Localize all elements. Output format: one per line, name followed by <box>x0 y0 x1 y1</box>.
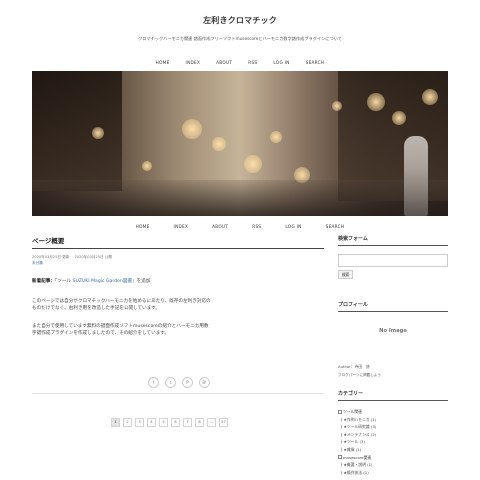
folder-icon <box>338 455 342 460</box>
article-title[interactable]: ページ概要 <box>32 235 324 249</box>
top-nav: HOME INDEX ABOUT RSS LOG IN SEARCH <box>0 60 480 65</box>
category-label: ├ ★概要・説明 (1) <box>340 462 373 468</box>
category-label: ├ ★作例ハモニカ (1) <box>340 416 377 422</box>
nav-home[interactable]: HOME <box>136 224 150 229</box>
category-item[interactable]: ├ ★操作技法 (1) <box>338 469 448 477</box>
category-label: ├ ★ツール (3) <box>340 439 365 445</box>
bokeh-light <box>142 161 152 171</box>
page-link[interactable]: 3 <box>135 418 144 427</box>
hatena-bookmark-icon[interactable]: B! <box>199 377 210 388</box>
category-label: ├ ★操作技法 (1) <box>340 469 369 475</box>
article-category[interactable]: 未分類 <box>32 261 324 266</box>
page-ellipsis: ... <box>207 418 216 427</box>
bokeh-light <box>332 101 342 111</box>
nav-search[interactable]: SEARCH <box>306 60 325 65</box>
page-link-last[interactable]: 27 <box>219 418 228 427</box>
musescore-paragraph: また自分で使用しています無料の譜面作成ソフトmusescoreの紹介とハーモニカ… <box>32 323 209 337</box>
page-link[interactable]: 8 <box>195 418 204 427</box>
bottom-nav: HOME INDEX ABOUT RSS LOG IN SEARCH <box>0 224 480 229</box>
bokeh-light <box>422 89 438 105</box>
nav-home[interactable]: HOME <box>156 60 170 65</box>
nav-index[interactable]: INDEX <box>174 224 189 229</box>
category-item[interactable]: ├ ★概要・説明 (1) <box>338 461 448 469</box>
page-link[interactable]: 7 <box>183 418 192 427</box>
pinterest-share-icon[interactable]: P <box>182 377 193 388</box>
nav-about[interactable]: ABOUT <box>212 224 228 229</box>
hero-person <box>404 136 428 216</box>
category-item[interactable]: ├ ★ツール (3) <box>338 438 448 446</box>
site-title[interactable]: 左利きクロマチック <box>0 15 480 26</box>
pagination: 1 2 3 4 5 6 7 8 ... 27 <box>111 418 228 427</box>
posted-date: 2020年03月25日 公開 <box>74 255 112 259</box>
nav-login[interactable]: LOG IN <box>273 60 289 65</box>
search-input[interactable] <box>338 254 448 267</box>
category-label: ├ ★メンテナンス (2) <box>340 431 377 437</box>
sidebar: 検索フォーム 検索 プロフィール No Image Author：寺田 修 ブロ… <box>338 235 448 476</box>
folder-icon <box>338 409 342 414</box>
category-item[interactable]: musescore関連 <box>338 454 448 462</box>
blog-parts-link[interactable]: ブログパーツに掲載しよう <box>338 373 448 378</box>
nav-rss[interactable]: RSS <box>248 60 257 65</box>
twitter-share-icon[interactable]: t <box>165 377 176 388</box>
category-item[interactable]: ツール関連 <box>338 408 448 416</box>
nav-login[interactable]: LOG IN <box>285 224 301 229</box>
nav-index[interactable]: INDEX <box>186 60 201 65</box>
nav-rss[interactable]: RSS <box>252 224 261 229</box>
category-item[interactable]: ├ ★雑貨 (1) <box>338 446 448 454</box>
intro-paragraph: このページでは自分がクロマチックハーモニカを始めるにあたり、既存の左利き対応のも… <box>32 298 211 312</box>
category-label: ├ ★ツール研究論 (3) <box>340 424 377 430</box>
news-link[interactable]: SUZUKI Magic Garden図書」 <box>73 279 137 284</box>
share-buttons: f t P B! <box>148 377 210 388</box>
category-item[interactable]: ├ ★メンテナンス (2) <box>338 431 448 439</box>
hero-building-left <box>32 71 122 191</box>
category-widget-title: カテゴリー <box>338 390 448 401</box>
bokeh-light <box>212 137 226 151</box>
news-label: 新着記事： <box>32 279 55 284</box>
nav-search[interactable]: SEARCH <box>326 224 345 229</box>
news-prefix: 「ツール <box>54 279 73 284</box>
hero-street <box>32 180 448 216</box>
category-item[interactable]: ├ ★ツール研究論 (3) <box>338 423 448 431</box>
bokeh-light <box>392 111 406 125</box>
author-name: Author：寺田 修 <box>338 364 370 369</box>
main-article: ページ概要 2020年03月25日 更新 2020年03月25日 公開 未分類 … <box>32 235 324 338</box>
category-label: ツール関連 <box>343 409 362 414</box>
article-divider <box>32 393 324 394</box>
category-label: musescore関連 <box>343 454 372 460</box>
bokeh-light <box>367 93 385 111</box>
news-paragraph: 新着記事：「ツール SUZUKI Magic Garden図書」を追加 <box>32 278 324 286</box>
search-widget-title: 検索フォーム <box>338 235 448 246</box>
profile-widget-title: プロフィール <box>338 301 448 312</box>
header-image <box>32 71 448 216</box>
bokeh-light <box>92 127 104 139</box>
bokeh-light <box>270 131 282 143</box>
page-link-current[interactable]: 1 <box>111 418 120 427</box>
category-list: ツール関連 ├ ★作例ハモニカ (1) ├ ★ツール研究論 (3) ├ ★メンテ… <box>338 408 448 476</box>
article-meta: 2020年03月25日 更新 2020年03月25日 公開 <box>32 255 324 260</box>
page-link[interactable]: 6 <box>171 418 180 427</box>
page-link[interactable]: 5 <box>159 418 168 427</box>
site-description: クロマチックハーモニカ関連 譜面作成フリーソフトmusescoreとハーモニカ数… <box>138 36 342 41</box>
page-link[interactable]: 4 <box>147 418 156 427</box>
category-item[interactable]: ├ ★作例ハモニカ (1) <box>338 416 448 424</box>
facebook-share-icon[interactable]: f <box>148 377 159 388</box>
search-button[interactable]: 検索 <box>338 270 353 279</box>
profile-avatar: No Image <box>379 328 407 334</box>
bokeh-light <box>182 119 202 139</box>
updated-date: 2020年03月25日 更新 <box>32 255 70 259</box>
bokeh-light <box>244 155 262 173</box>
category-label: ├ ★雑貨 (1) <box>340 446 362 452</box>
nav-about[interactable]: ABOUT <box>216 60 232 65</box>
news-suffix: を追加 <box>136 279 151 284</box>
page-link[interactable]: 2 <box>123 418 132 427</box>
